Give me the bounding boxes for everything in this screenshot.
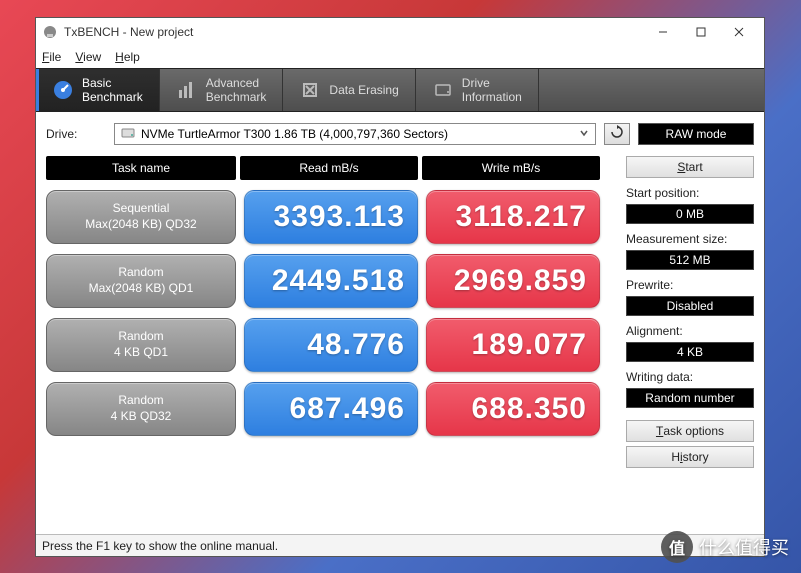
barchart-icon — [176, 79, 198, 101]
drive-icon — [432, 79, 454, 101]
menubar: File View Help — [36, 46, 764, 68]
hdd-icon — [121, 126, 135, 143]
refresh-icon — [610, 125, 624, 144]
read-value: 2449.518 — [244, 254, 418, 308]
task-line2: 4 KB QD1 — [114, 345, 168, 361]
erase-icon — [299, 79, 321, 101]
drive-value: NVMe TurtleArmor T300 1.86 TB (4,000,797… — [141, 127, 448, 141]
tab-basic-benchmark[interactable]: BasicBenchmark — [36, 69, 160, 111]
watermark: 值 什么值得买 — [661, 531, 789, 563]
tab-label: Data Erasing — [329, 83, 398, 97]
raw-mode-button[interactable]: RAW mode — [638, 123, 754, 145]
bench-row-1: Random Max(2048 KB) QD1 2449.518 2969.85… — [46, 254, 620, 308]
watermark-text: 什么值得买 — [699, 534, 789, 560]
task-rand-2048-qd1[interactable]: Random Max(2048 KB) QD1 — [46, 254, 236, 308]
task-seq-qd32[interactable]: Sequential Max(2048 KB) QD32 — [46, 190, 236, 244]
task-line1: Random — [118, 329, 163, 345]
task-line1: Random — [118, 265, 163, 281]
task-line2: Max(2048 KB) QD1 — [89, 281, 194, 297]
menu-view[interactable]: View — [75, 50, 101, 64]
results-panel: Task name Read mB/s Write mB/s Sequentia… — [46, 156, 620, 468]
window-title: TxBENCH - New project — [64, 25, 644, 39]
tab-data-erasing[interactable]: Data Erasing — [283, 69, 415, 111]
statusbar: Press the F1 key to show the online manu… — [36, 534, 764, 556]
task-line2: Max(2048 KB) QD32 — [85, 217, 196, 233]
msize-value[interactable]: 512 MB — [626, 250, 754, 270]
write-value: 688.350 — [426, 382, 600, 436]
history-button[interactable]: History — [626, 446, 754, 468]
wdata-value[interactable]: Random number — [626, 388, 754, 408]
task-line2: 4 KB QD32 — [111, 409, 172, 425]
gauge-icon — [52, 79, 74, 101]
status-text: Press the F1 key to show the online manu… — [42, 539, 278, 553]
task-options-button[interactable]: Task options — [626, 420, 754, 442]
write-value: 2969.859 — [426, 254, 600, 308]
task-line1: Sequential — [113, 201, 170, 217]
startpos-label: Start position: — [626, 186, 754, 200]
app-window: TxBENCH - New project File View Help Bas… — [35, 17, 765, 557]
prewrite-label: Prewrite: — [626, 278, 754, 292]
close-button[interactable] — [720, 19, 758, 45]
header-read: Read mB/s — [240, 156, 418, 180]
menu-help[interactable]: Help — [115, 50, 140, 64]
align-value[interactable]: 4 KB — [626, 342, 754, 362]
tab-label: BasicBenchmark — [82, 76, 143, 104]
watermark-badge: 值 — [661, 531, 693, 563]
tab-label: AdvancedBenchmark — [206, 76, 267, 104]
sidebar: Start Start position: 0 MB Measurement s… — [626, 156, 754, 468]
read-value: 48.776 — [244, 318, 418, 372]
chevron-down-icon — [579, 127, 589, 141]
read-value: 3393.113 — [244, 190, 418, 244]
header-write: Write mB/s — [422, 156, 600, 180]
header-task: Task name — [46, 156, 236, 180]
titlebar: TxBENCH - New project — [36, 18, 764, 46]
read-value: 687.496 — [244, 382, 418, 436]
menu-file[interactable]: File — [42, 50, 61, 64]
minimize-button[interactable] — [644, 19, 682, 45]
tab-label: DriveInformation — [462, 76, 522, 104]
tab-advanced-benchmark[interactable]: AdvancedBenchmark — [160, 69, 284, 111]
drive-select[interactable]: NVMe TurtleArmor T300 1.86 TB (4,000,797… — [114, 123, 596, 145]
refresh-button[interactable] — [604, 123, 630, 145]
bench-row-0: Sequential Max(2048 KB) QD32 3393.113 31… — [46, 190, 620, 244]
task-line1: Random — [118, 393, 163, 409]
wdata-label: Writing data: — [626, 370, 754, 384]
prewrite-value[interactable]: Disabled — [626, 296, 754, 316]
write-value: 3118.217 — [426, 190, 600, 244]
drive-row: Drive: NVMe TurtleArmor T300 1.86 TB (4,… — [46, 120, 754, 148]
msize-label: Measurement size: — [626, 232, 754, 246]
tab-drive-information[interactable]: DriveInformation — [416, 69, 539, 111]
app-icon — [42, 24, 58, 40]
startpos-value[interactable]: 0 MB — [626, 204, 754, 224]
tabbar: BasicBenchmark AdvancedBenchmark Data Er… — [36, 68, 764, 112]
align-label: Alignment: — [626, 324, 754, 338]
task-rand-4k-qd1[interactable]: Random 4 KB QD1 — [46, 318, 236, 372]
start-button[interactable]: Start — [626, 156, 754, 178]
bench-row-3: Random 4 KB QD32 687.496 688.350 — [46, 382, 620, 436]
task-rand-4k-qd32[interactable]: Random 4 KB QD32 — [46, 382, 236, 436]
maximize-button[interactable] — [682, 19, 720, 45]
bench-row-2: Random 4 KB QD1 48.776 189.077 — [46, 318, 620, 372]
drive-label: Drive: — [46, 127, 106, 141]
write-value: 189.077 — [426, 318, 600, 372]
